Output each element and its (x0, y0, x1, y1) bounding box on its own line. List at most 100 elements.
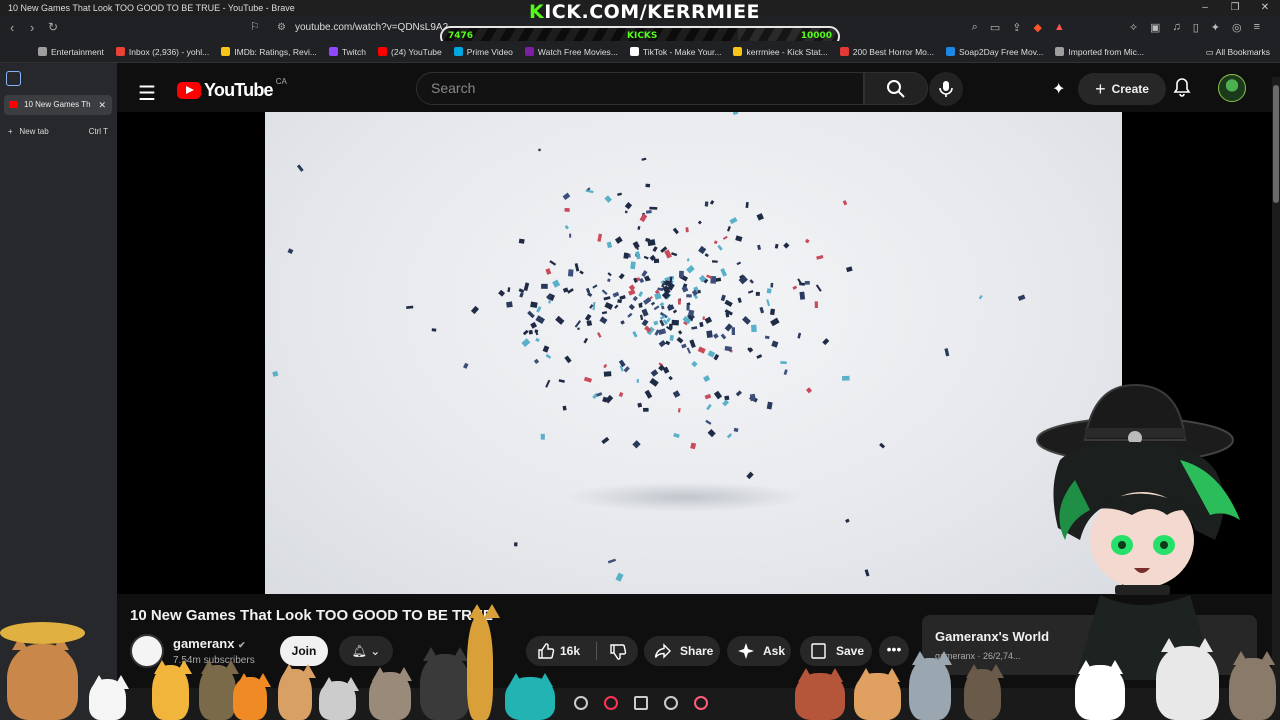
more-actions-button[interactable]: ••• (879, 636, 909, 666)
confetti-piece (764, 335, 770, 340)
confetti-piece (750, 324, 757, 333)
account-avatar[interactable] (1218, 74, 1246, 102)
confetti-piece (545, 353, 552, 359)
bookmark-favicon-icon (733, 47, 743, 56)
toolbar-icons: ⌕ ▭ ⇪ ◆ ▲ ✧ ▣ ♫ ▯ ✦ ◎ ≡ (972, 21, 1260, 34)
reload-icon[interactable]: ↻ (48, 20, 58, 34)
confetti-piece (584, 313, 592, 322)
subscribed-notifications-button[interactable]: 🔔︎ ⌄ (339, 636, 393, 666)
maximize-button[interactable]: ❐ (1220, 0, 1250, 16)
close-window-button[interactable]: ✕ (1250, 0, 1280, 16)
confetti-piece (653, 258, 660, 264)
extensions-icon[interactable]: ✧ (1129, 21, 1138, 34)
confetti-piece (720, 294, 726, 302)
confetti-piece (552, 279, 561, 288)
bookmark-item[interactable]: Soap2Day Free Mov... (946, 47, 1043, 57)
create-button[interactable]: + Create (1078, 73, 1166, 105)
search-input[interactable]: Search (416, 72, 864, 105)
confetti-piece (676, 336, 684, 344)
site-info-icon[interactable]: ⚙ (277, 22, 286, 33)
confetti-piece (644, 389, 653, 399)
confetti-piece (672, 390, 681, 398)
plus-icon: + (1095, 78, 1106, 99)
confetti-piece (733, 427, 739, 433)
back-icon[interactable]: ‹ (10, 20, 14, 35)
channel-avatar[interactable] (130, 634, 164, 668)
bookmark-item[interactable]: Watch Free Movies... (524, 47, 618, 57)
bookmark-item[interactable]: 200 Best Horror Mo... (839, 47, 934, 57)
save-playlist-icon (811, 643, 826, 659)
bookmark-page-icon[interactable]: ⚐ (250, 20, 260, 33)
recommendation-card[interactable]: Gameranx's World gameranx · 26/2,74... (922, 615, 1257, 675)
close-tab-icon[interactable]: ✕ (98, 95, 106, 115)
brave-shields-icon[interactable]: ◆ (1033, 21, 1041, 34)
forward-icon[interactable]: › (30, 20, 34, 35)
video-player[interactable] (265, 112, 1122, 594)
share-page-icon[interactable]: ⇪ (1012, 21, 1021, 34)
confetti-piece (618, 391, 624, 398)
confetti-piece (686, 265, 695, 274)
scrollbar-thumb[interactable] (1273, 85, 1279, 203)
sidebar-toggle-icon[interactable] (6, 71, 21, 86)
search-button[interactable] (864, 72, 928, 105)
confetti-piece (736, 261, 742, 266)
bookmark-item[interactable]: kerrmiee - Kick Stat... (733, 47, 828, 57)
sidebar-icon[interactable]: ▯ (1193, 21, 1199, 34)
confetti-piece (737, 297, 742, 303)
thumbs-down-icon[interactable] (609, 643, 627, 661)
notifications-bell-icon[interactable] (1173, 77, 1191, 97)
confetti-piece (713, 390, 723, 400)
confetti-piece (713, 333, 719, 339)
ask-button[interactable]: Ask (727, 636, 791, 666)
thumbs-up-icon[interactable] (537, 642, 555, 660)
bookmark-item[interactable]: Prime Video (453, 47, 513, 57)
confetti-piece (704, 316, 713, 324)
share-button[interactable]: Share (644, 636, 720, 666)
bookmark-item[interactable]: TikTok - Make Your... (629, 47, 721, 57)
confetti-piece (749, 393, 756, 402)
video-floor-shadow (565, 482, 805, 512)
zoom-icon[interactable]: ⌕ (972, 21, 978, 34)
ai-sparkle-icon[interactable]: ✦ (1052, 79, 1065, 99)
address-bar[interactable]: youtube.com/watch?v=QDNsL9A2... (295, 22, 456, 33)
confetti-piece (704, 201, 709, 207)
vpn-icon[interactable]: ◎ (1232, 21, 1242, 34)
confetti-piece (746, 471, 754, 480)
confetti-piece (619, 294, 626, 300)
hamburger-menu-icon[interactable]: ☰ (138, 81, 156, 106)
youtube-logo[interactable]: YouTube CA (177, 77, 287, 101)
bookmark-item[interactable]: Imported from Mic... (1055, 47, 1144, 57)
confetti-piece (607, 272, 612, 277)
voice-search-button[interactable] (929, 72, 963, 106)
bookmark-item[interactable]: Inbox (2,936) - yohl... (115, 47, 209, 57)
microphone-icon (939, 81, 953, 97)
wallet-icon[interactable]: ▣ (1150, 21, 1160, 34)
channel-name[interactable]: gameranx ✔ (173, 636, 246, 651)
confetti-piece (523, 282, 530, 292)
like-count[interactable]: 16k (560, 644, 580, 658)
confetti-piece (637, 402, 643, 408)
menu-icon[interactable]: ≡ (1254, 21, 1260, 34)
confetti-piece (604, 195, 612, 203)
join-button[interactable]: Join (280, 636, 328, 666)
all-bookmarks[interactable]: ▭ All Bookmarks (1206, 47, 1270, 58)
save-button[interactable]: Save (800, 636, 872, 666)
bookmark-item[interactable]: IMDb: Ratings, Revi... (221, 47, 317, 57)
confetti-piece (864, 569, 870, 577)
bookmark-item[interactable]: Twitch (328, 47, 366, 57)
leo-icon[interactable]: ✦ (1211, 21, 1220, 34)
brave-rewards-icon[interactable]: ▲ (1054, 21, 1065, 34)
new-tab-button[interactable]: + New tab Ctrl T (8, 127, 108, 136)
confetti-piece (617, 192, 622, 196)
media-icon[interactable]: ♫ (1172, 21, 1180, 34)
confetti-piece (726, 225, 731, 232)
confetti-piece (672, 227, 679, 235)
page-scrollbar[interactable] (1272, 77, 1280, 720)
tab-youtube[interactable]: 10 New Games Th ✕ (4, 95, 112, 115)
minimize-button[interactable]: – (1190, 0, 1220, 16)
bookmark-item[interactable]: Entertainment (38, 47, 104, 57)
cast-icon[interactable]: ▭ (990, 21, 1000, 34)
bookmark-label: Imported from Mic... (1068, 46, 1144, 57)
bookmark-item[interactable]: (24) YouTube (378, 47, 442, 57)
confetti-piece (623, 366, 630, 373)
